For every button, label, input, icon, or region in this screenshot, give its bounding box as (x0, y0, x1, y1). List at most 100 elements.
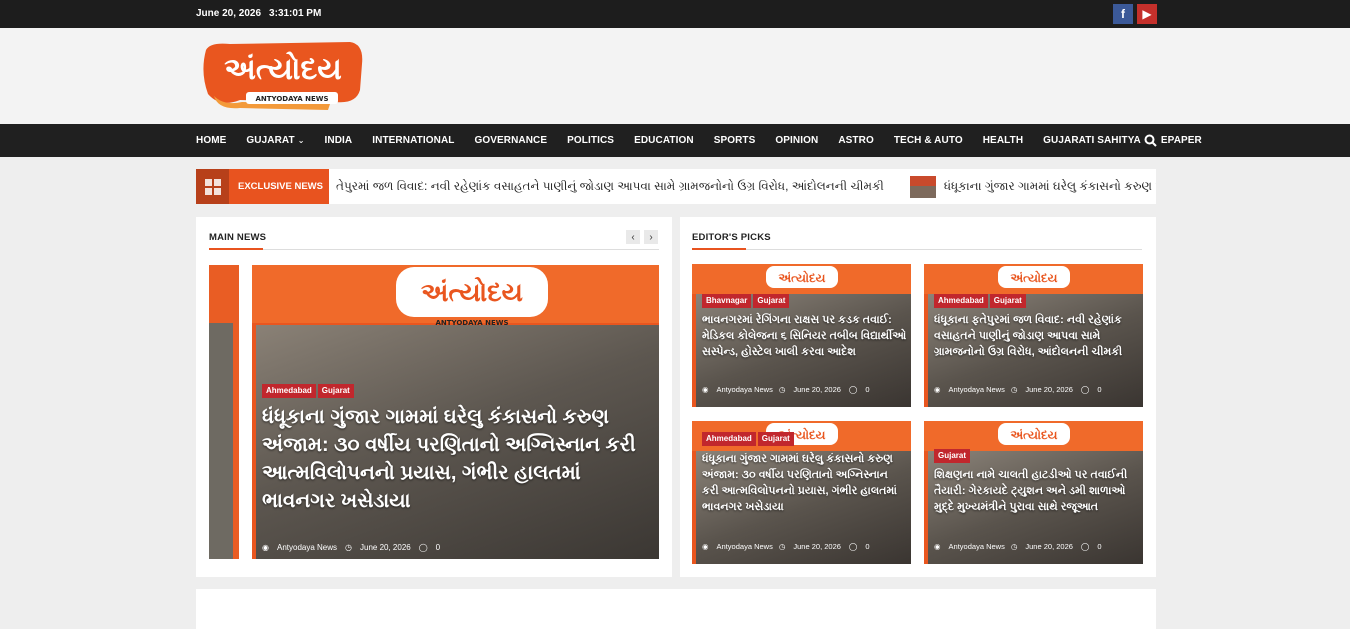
category-tag[interactable]: Gujarat (753, 294, 790, 308)
author-name[interactable]: Antyodaya News (949, 385, 1005, 394)
ticker-item[interactable]: તેપુરમાં જળ વિવાદ: નવી રહેણાંક વસાહતને પ… (336, 179, 884, 194)
comment-icon: ◯ (418, 543, 428, 552)
nav-item-education[interactable]: EDUCATION (634, 135, 694, 146)
search-icon[interactable] (1144, 134, 1157, 147)
clock-icon: ◷ (778, 542, 786, 551)
site-logo[interactable]: અંત્યોદય ANTYODAYA NEWS (200, 42, 365, 112)
author-icon: ◉ (262, 543, 269, 552)
section-title-editors-picks: EDITOR'S PICKS (692, 232, 771, 243)
post-date: June 20, 2026 (360, 543, 411, 552)
site-header: અંત્યોદય ANTYODAYA NEWS (0, 28, 1350, 124)
editors-pick-card[interactable]: અંત્યોદય Bhavnagar Gujarat ભાવનગરમાં રેગ… (692, 264, 911, 407)
category-tag[interactable]: Ahmedabad (934, 294, 988, 308)
card-logo: અંત્યોદય (766, 266, 838, 288)
ticker-badge: EXCLUSIVE NEWS (196, 169, 329, 204)
svg-text:અંત્યોદય: અંત્યોદય (421, 277, 523, 308)
svg-text:અંત્યોદય: અંત્યોદય (778, 270, 825, 285)
slide-logo: અંત્યોદય ANTYODAYA NEWS (396, 267, 548, 327)
nav-item-international[interactable]: INTERNATIONAL (372, 135, 454, 146)
card-logo: અંત્યોદય (998, 266, 1070, 288)
post-meta: ◉ Antyodaya News ◷ June 20, 2026 ◯ 0 (702, 542, 878, 551)
card-title[interactable]: શિક્ષણના નામે ચાલતી હાટડીઓ પર તવાઈની તૈય… (934, 467, 1139, 515)
grid-icon (196, 169, 229, 204)
comment-count: 0 (865, 385, 870, 394)
comment-icon: ◯ (848, 385, 858, 394)
top-bar: June 20, 2026 3:31:01 PM f ▶ (0, 0, 1350, 28)
nav-item-home[interactable]: HOME (196, 135, 226, 146)
card-title[interactable]: ધંધૂકાના ગુંજાર ગામમાં ઘરેલુ કંકાસનો કરુ… (702, 451, 907, 515)
svg-text:ANTYODAYA NEWS: ANTYODAYA NEWS (435, 319, 508, 327)
youtube-icon[interactable]: ▶ (1137, 4, 1157, 24)
current-time: 3:31:01 PM (269, 8, 322, 19)
main-news-slide[interactable]: અંત્યોદય ANTYODAYA NEWS Ahmedabad Gujara… (252, 265, 659, 559)
ticker-items: તેપુરમાં જળ વિવાદ: નવી રહેણાંક વસાહતને પ… (336, 169, 1156, 204)
section-divider (209, 248, 659, 250)
author-name[interactable]: Antyodaya News (277, 543, 337, 552)
nav-item-sports[interactable]: SPORTS (714, 135, 756, 146)
nav-item-india[interactable]: INDIA (325, 135, 353, 146)
logo-text: અંત્યોદય (224, 51, 342, 87)
comment-icon: ◯ (1080, 385, 1090, 394)
section-divider (692, 248, 1142, 250)
card-logo: અંત્યોદય (998, 423, 1070, 445)
category-tags: Ahmedabad Gujarat (934, 294, 1028, 308)
category-tag[interactable]: Gujarat (757, 432, 794, 446)
nav-item-gujarat[interactable]: GUJARAT ⌄ (246, 135, 304, 146)
author-name[interactable]: Antyodaya News (717, 385, 773, 394)
category-tag[interactable]: Gujarat (934, 449, 971, 463)
section-title-main-news: MAIN NEWS (209, 232, 267, 243)
current-date: June 20, 2026 (196, 8, 262, 19)
ticker-label: EXCLUSIVE NEWS (238, 181, 323, 192)
main-news-headline[interactable]: ધંધૂકાના ગુંજાર ગામમાં ઘરેલુ કંકાસનો કરુ… (262, 403, 656, 515)
comment-count: 0 (435, 543, 441, 552)
editors-pick-card[interactable]: અંત્યોદય Ahmedabad Gujarat ધંધૂકાના ફતેપ… (924, 264, 1143, 407)
news-ticker: EXCLUSIVE NEWS તેપુરમાં જળ વિવાદ: નવી રહ… (196, 169, 1156, 204)
category-tags: Ahmedabad Gujarat (702, 432, 796, 446)
clock-icon: ◷ (345, 543, 352, 552)
category-tag[interactable]: Gujarat (317, 384, 354, 398)
nav-item-health[interactable]: HEALTH (983, 135, 1023, 146)
category-tag[interactable]: Ahmedabad (702, 432, 756, 446)
nav-item-governance[interactable]: GOVERNANCE (474, 135, 547, 146)
previous-slide-preview[interactable] (209, 265, 239, 559)
nav-item-epaper[interactable]: EPAPER (1161, 135, 1202, 146)
category-tag[interactable]: Ahmedabad (262, 384, 316, 398)
author-icon: ◉ (934, 542, 941, 551)
post-date: June 20, 2026 (1025, 542, 1073, 551)
facebook-icon[interactable]: f (1113, 4, 1133, 24)
main-navigation: HOME GUJARAT ⌄ INDIA INTERNATIONAL GOVERN… (0, 124, 1350, 157)
slider-next-button[interactable]: › (644, 230, 658, 244)
card-title[interactable]: ભાવનગરમાં રેગિંગના રાક્ષસ પર કડક તવાઈ: મ… (702, 312, 907, 360)
nav-item-gujarati-sahitya[interactable]: GUJARATI SAHITYA (1043, 135, 1141, 146)
nav-item-astro[interactable]: ASTRO (838, 135, 874, 146)
category-tag[interactable]: Gujarat (989, 294, 1026, 308)
nav-item-tech-auto[interactable]: TECH & AUTO (894, 135, 963, 146)
comment-count: 0 (1097, 385, 1102, 394)
slider-prev-button[interactable]: ‹ (626, 230, 640, 244)
ticker-item[interactable]: ધંધૂકાના ગુંજાર ગામમાં ઘરેલુ કંકાસનો કરુ… (944, 179, 1156, 194)
author-name[interactable]: Antyodaya News (949, 542, 1005, 551)
chevron-down-icon: ⌄ (297, 136, 305, 145)
category-tag[interactable]: Bhavnagar (702, 294, 752, 308)
author-name[interactable]: Antyodaya News (717, 542, 773, 551)
ticker-thumbnail[interactable] (909, 175, 936, 198)
category-tags: Bhavnagar Gujarat (702, 294, 791, 308)
post-date: June 20, 2026 (793, 385, 841, 394)
author-icon: ◉ (702, 542, 709, 551)
logo-subtext: ANTYODAYA NEWS (255, 95, 328, 103)
current-date-time: June 20, 2026 3:31:01 PM (196, 8, 321, 19)
nav-item-politics[interactable]: POLITICS (567, 135, 614, 146)
clock-icon: ◷ (1010, 385, 1018, 394)
editors-pick-card[interactable]: અંત્યોદય Ahmedabad Gujarat ધંધૂકાના ગુંજ… (692, 421, 911, 564)
post-date: June 20, 2026 (1025, 385, 1073, 394)
card-title[interactable]: ધંધૂકાના ફતેપુરમાં જળ વિવાદ: નવી રહેણાંક… (934, 312, 1139, 360)
category-tags: Gujarat (934, 449, 972, 463)
clock-icon: ◷ (778, 385, 786, 394)
category-tags: Ahmedabad Gujarat (262, 384, 356, 398)
post-meta: ◉ Antyodaya News ◷ June 20, 2026 ◯ 0 (702, 385, 878, 394)
next-section-panel (196, 589, 1156, 629)
editors-pick-card[interactable]: અંત્યોદય Gujarat શિક્ષણના નામે ચાલતી હાટ… (924, 421, 1143, 564)
nav-item-opinion[interactable]: OPINION (775, 135, 818, 146)
post-meta: ◉ Antyodaya News ◷ June 20, 2026 ◯ 0 (934, 385, 1110, 394)
author-icon: ◉ (702, 385, 709, 394)
